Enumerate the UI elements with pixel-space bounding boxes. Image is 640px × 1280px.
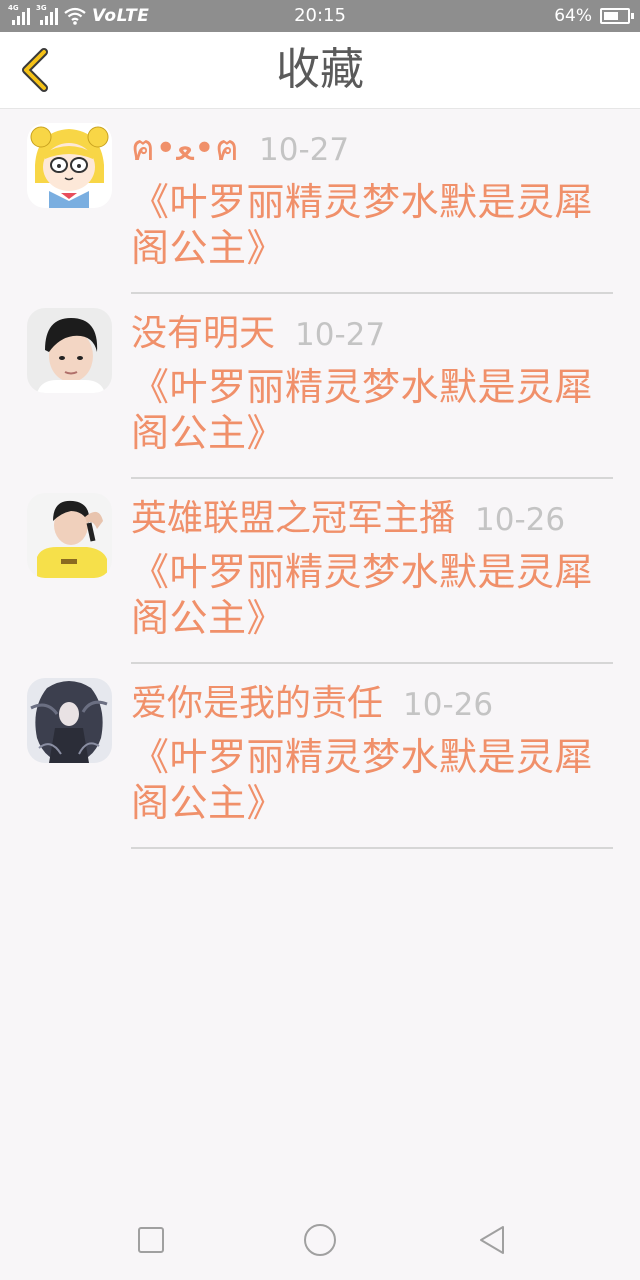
battery-percent: 64% [554,6,592,26]
favorite-time: 10-27 [259,132,350,168]
boy-hand-on-head-avatar [27,493,112,578]
item-content: ฅ•ﻌ•ฅ 10-27 《叶罗丽精灵梦水默是灵犀阁公主》 [131,119,613,271]
post-title[interactable]: 《叶罗丽精灵梦水默是灵犀阁公主》 [131,364,613,456]
navigation-bar [0,1200,640,1280]
triangle-back-icon [480,1226,504,1254]
status-right: 64% [554,0,634,32]
avatar[interactable] [27,123,112,208]
list-item[interactable]: 爱你是我的责任 10-26 《叶罗丽精灵梦水默是灵犀阁公主》 [0,664,640,849]
item-content: 爱你是我的责任 10-26 《叶罗丽精灵梦水默是灵犀阁公主》 [131,674,613,826]
recents-button[interactable] [129,1218,173,1262]
user-name[interactable]: 英雄联盟之冠军主播 [131,489,455,541]
battery-icon [600,8,634,24]
favorite-time: 10-27 [295,317,386,353]
square-icon [138,1227,164,1253]
avatar[interactable] [27,493,112,578]
circle-icon [304,1224,336,1256]
anime-dark-girl-avatar [27,678,112,763]
home-button[interactable] [298,1218,342,1262]
header: 收藏 [0,32,640,109]
favorite-time: 10-26 [403,687,494,723]
user-name[interactable]: 爱你是我的责任 [131,674,383,726]
avatar[interactable] [27,308,112,393]
list-item[interactable]: 英雄联盟之冠军主播 10-26 《叶罗丽精灵梦水默是灵犀阁公主》 [0,479,640,664]
post-title[interactable]: 《叶罗丽精灵梦水默是灵犀阁公主》 [131,549,613,641]
status-bar: 4G 3G VoLTE 20:15 64% [0,0,640,32]
nav-back-button[interactable] [470,1218,514,1262]
divider [131,847,613,849]
avatar[interactable] [27,678,112,763]
item-meta: 英雄联盟之冠军主播 10-26 [131,489,613,549]
item-meta: 爱你是我的责任 10-26 [131,674,613,734]
page-title: 收藏 [276,44,364,95]
user-name[interactable]: 没有明天 [131,304,275,356]
item-meta: ฅ•ﻌ•ฅ 10-27 [131,119,613,179]
post-title[interactable]: 《叶罗丽精灵梦水默是灵犀阁公主》 [131,734,613,826]
item-content: 没有明天 10-27 《叶罗丽精灵梦水默是灵犀阁公主》 [131,304,613,456]
item-meta: 没有明天 10-27 [131,304,613,364]
item-content: 英雄联盟之冠军主播 10-26 《叶罗丽精灵梦水默是灵犀阁公主》 [131,489,613,641]
sailor-moon-cartoon-avatar [27,123,112,208]
favorites-list: ฅ•ﻌ•ฅ 10-27 《叶罗丽精灵梦水默是灵犀阁公主》 没有明天 10-27 [0,109,640,849]
status-time: 20:15 [294,5,346,26]
boy-portrait-avatar [27,308,112,393]
post-title[interactable]: 《叶罗丽精灵梦水默是灵犀阁公主》 [131,179,613,271]
list-item[interactable]: 没有明天 10-27 《叶罗丽精灵梦水默是灵犀阁公主》 [0,294,640,479]
favorite-time: 10-26 [475,502,566,538]
user-name[interactable]: ฅ•ﻌ•ฅ [131,119,239,176]
list-item[interactable]: ฅ•ﻌ•ฅ 10-27 《叶罗丽精灵梦水默是灵犀阁公主》 [0,109,640,294]
